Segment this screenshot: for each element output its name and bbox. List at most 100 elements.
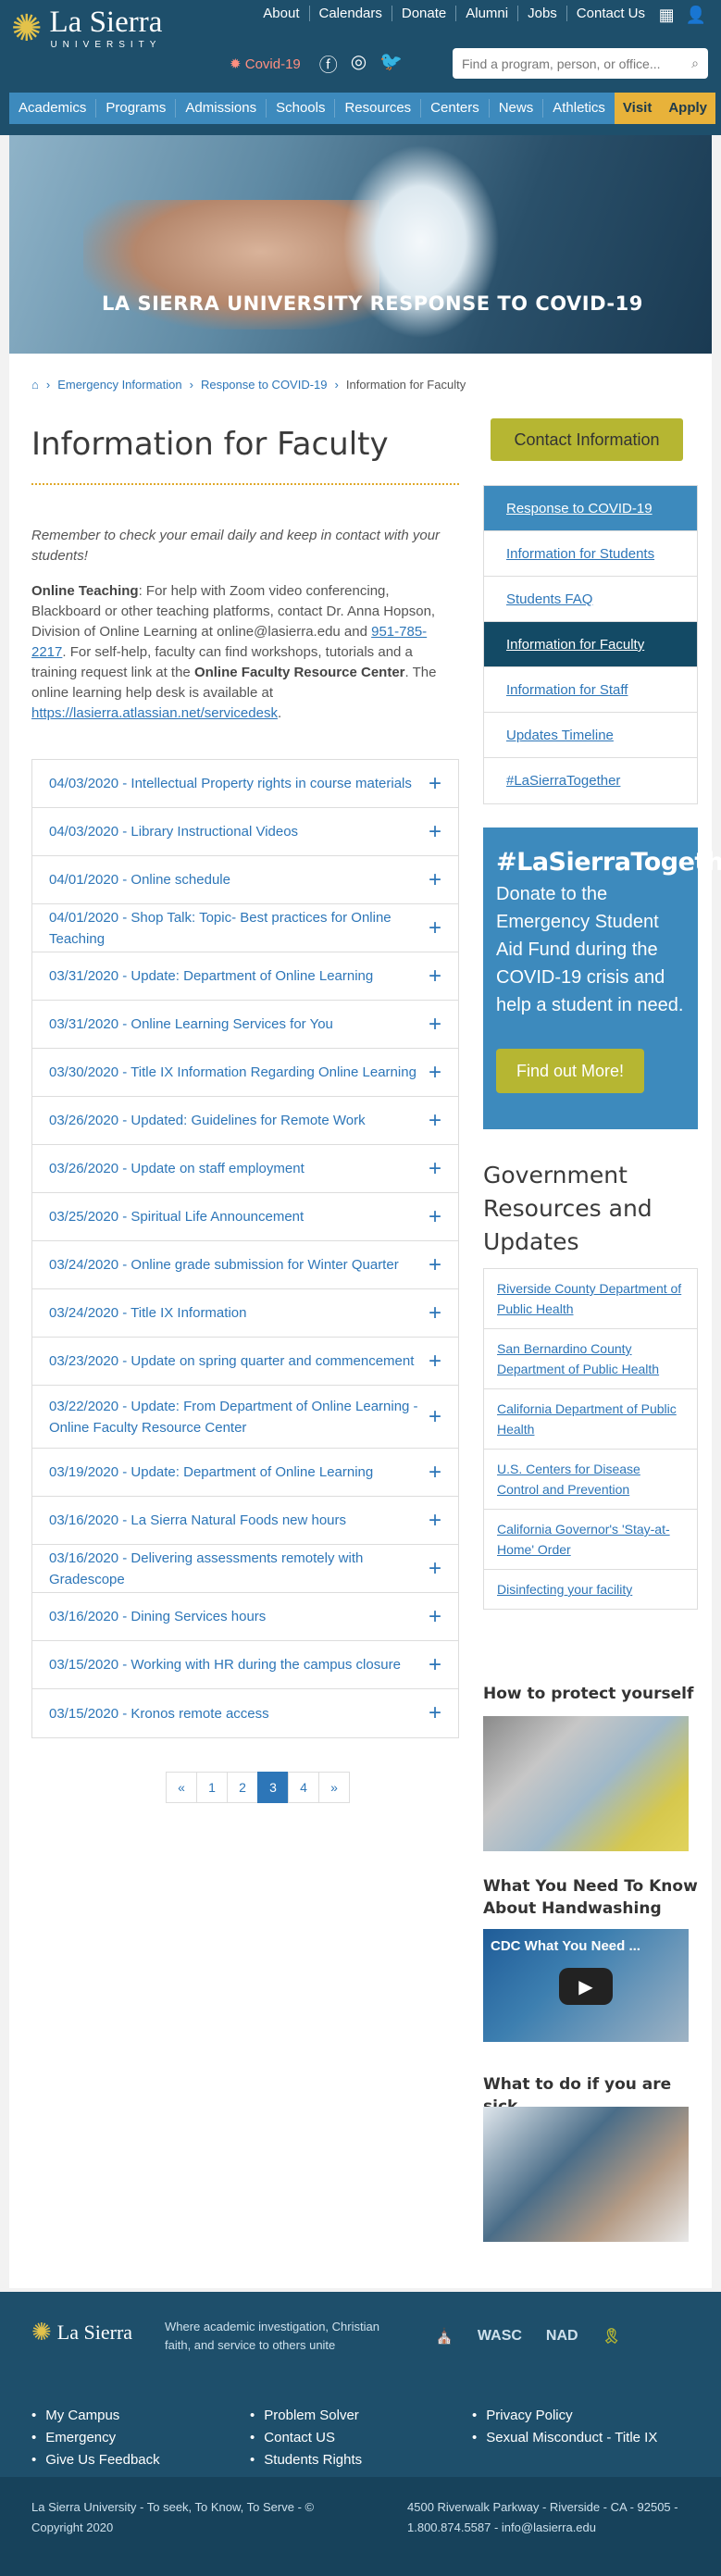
footer-feedback[interactable]: Give Us Feedback bbox=[31, 2449, 159, 2471]
nad-mark[interactable]: NAD bbox=[546, 2328, 578, 2345]
expand-plus-icon[interactable]: + bbox=[429, 915, 441, 941]
accordion-item[interactable]: 03/23/2020 - Update on spring quarter an… bbox=[32, 1338, 458, 1386]
expand-plus-icon[interactable]: + bbox=[429, 1204, 441, 1230]
grid-icon[interactable]: ▦ bbox=[659, 6, 675, 25]
cleaning-image[interactable] bbox=[483, 1716, 689, 1851]
expand-plus-icon[interactable]: + bbox=[429, 1108, 441, 1134]
expand-plus-icon[interactable]: + bbox=[429, 964, 441, 989]
accordion-item[interactable]: 03/30/2020 - Title IX Information Regard… bbox=[32, 1049, 458, 1097]
accordion-item[interactable]: 03/16/2020 - La Sierra Natural Foods new… bbox=[32, 1497, 458, 1545]
nav-programs[interactable]: Programs bbox=[96, 99, 177, 118]
nav-centers[interactable]: Centers bbox=[421, 99, 490, 118]
page-2[interactable]: 2 bbox=[227, 1772, 258, 1803]
sick-image[interactable] bbox=[483, 2107, 689, 2242]
toplink-about[interactable]: About bbox=[254, 6, 308, 21]
footer-emergency[interactable]: Emergency bbox=[31, 2427, 160, 2449]
servicedesk-link[interactable]: https://lasierra.atlassian.net/servicede… bbox=[31, 705, 278, 721]
expand-plus-icon[interactable]: + bbox=[429, 771, 441, 797]
accordion-item[interactable]: 04/01/2020 - Shop Talk: Topic- Best prac… bbox=[32, 904, 458, 952]
accordion-item[interactable]: 03/31/2020 - Online Learning Services fo… bbox=[32, 1001, 458, 1049]
expand-plus-icon[interactable]: + bbox=[429, 1508, 441, 1534]
accordion-item[interactable]: 04/01/2020 - Online schedule + bbox=[32, 856, 458, 904]
accordion-item[interactable]: 03/22/2020 - Update: From Department of … bbox=[32, 1386, 458, 1449]
expand-plus-icon[interactable]: + bbox=[429, 1060, 441, 1086]
gov-link-cdph[interactable]: California Department of Public Health bbox=[484, 1389, 697, 1450]
crumb-emergency[interactable]: Emergency Information bbox=[57, 378, 181, 392]
accordion-item[interactable]: 03/24/2020 - Title IX Information + bbox=[32, 1289, 458, 1338]
footer-rights[interactable]: Students Rights bbox=[250, 2449, 362, 2471]
home-icon[interactable]: ⌂ bbox=[31, 378, 39, 392]
nav-academics[interactable]: Academics bbox=[9, 99, 97, 118]
accordion-item[interactable]: 03/31/2020 - Update: Department of Onlin… bbox=[32, 952, 458, 1001]
accordion-item[interactable]: 03/26/2020 - Updated: Guidelines for Rem… bbox=[32, 1097, 458, 1145]
covid-link[interactable]: ✹ Covid-19 bbox=[230, 56, 301, 72]
page-next[interactable]: » bbox=[318, 1772, 350, 1803]
sidebar-item-timeline[interactable]: Updates Timeline bbox=[484, 713, 697, 758]
gov-link-cdc[interactable]: U.S. Centers for Disease Control and Pre… bbox=[484, 1450, 697, 1510]
expand-plus-icon[interactable]: + bbox=[429, 1300, 441, 1326]
expand-plus-icon[interactable]: + bbox=[429, 819, 441, 845]
toplink-donate[interactable]: Donate bbox=[391, 6, 455, 21]
sidebar-item-response[interactable]: Response to COVID-19 bbox=[484, 486, 697, 531]
play-icon[interactable]: ▶ bbox=[559, 1968, 613, 2005]
nav-resources[interactable]: Resources bbox=[335, 99, 422, 118]
expand-plus-icon[interactable]: + bbox=[429, 1156, 441, 1182]
accordion-item[interactable]: 04/03/2020 - Intellectual Property right… bbox=[32, 760, 458, 808]
apply-button[interactable]: Apply bbox=[660, 93, 715, 124]
visit-button[interactable]: Visit bbox=[614, 93, 661, 124]
search-icon[interactable]: ⌕ bbox=[691, 56, 699, 71]
footer-contact[interactable]: Contact US bbox=[250, 2427, 362, 2449]
footer-problem-solver[interactable]: Problem Solver bbox=[250, 2405, 362, 2427]
expand-plus-icon[interactable]: + bbox=[429, 867, 441, 893]
crumb-response[interactable]: Response to COVID-19 bbox=[201, 378, 328, 392]
page-3-current[interactable]: 3 bbox=[257, 1772, 289, 1803]
nav-athletics[interactable]: Athletics bbox=[543, 99, 615, 118]
site-logo[interactable]: ✺ La Sierra UNIVERSITY bbox=[11, 7, 162, 51]
handwash-video[interactable]: CDC What You Need ... ▶ bbox=[483, 1929, 689, 2042]
accordion-item[interactable]: 04/03/2020 - Library Instructional Video… bbox=[32, 808, 458, 856]
expand-plus-icon[interactable]: + bbox=[429, 1349, 441, 1375]
sidebar-item-faq[interactable]: Students FAQ bbox=[484, 577, 697, 622]
accordion-item[interactable]: 03/26/2020 - Update on staff employment + bbox=[32, 1145, 458, 1193]
accordion-item[interactable]: 03/15/2020 - Working with HR during the … bbox=[32, 1641, 458, 1689]
footer-title-ix[interactable]: Sexual Misconduct - Title IX bbox=[472, 2427, 657, 2449]
footer-my-campus[interactable]: My Campus bbox=[31, 2405, 160, 2427]
search-box[interactable]: Find a program, person, or office... ⌕ bbox=[453, 48, 708, 79]
nav-schools[interactable]: Schools bbox=[267, 99, 336, 118]
accordion-item[interactable]: 03/16/2020 - Delivering assessments remo… bbox=[32, 1545, 458, 1593]
find-out-more-button[interactable]: Find out More! bbox=[496, 1049, 644, 1093]
sidebar-item-staff[interactable]: Information for Staff bbox=[484, 667, 697, 713]
expand-plus-icon[interactable]: + bbox=[429, 1404, 441, 1430]
page-4[interactable]: 4 bbox=[288, 1772, 319, 1803]
expand-plus-icon[interactable]: + bbox=[429, 1252, 441, 1278]
sidebar-item-students[interactable]: Information for Students bbox=[484, 531, 697, 577]
toplink-jobs[interactable]: Jobs bbox=[517, 6, 566, 21]
gov-link-riverside[interactable]: Riverside County Department of Public He… bbox=[484, 1269, 697, 1329]
sidebar-item-faculty[interactable]: Information for Faculty bbox=[484, 622, 697, 667]
footer-privacy[interactable]: Privacy Policy bbox=[472, 2405, 657, 2427]
expand-plus-icon[interactable]: + bbox=[429, 1012, 441, 1038]
search-input[interactable]: Find a program, person, or office... bbox=[462, 56, 661, 71]
wasc-mark[interactable]: WASC bbox=[478, 2328, 522, 2345]
accordion-item[interactable]: 03/19/2020 - Update: Department of Onlin… bbox=[32, 1449, 458, 1497]
toplink-contact[interactable]: Contact Us bbox=[566, 6, 654, 21]
toplink-alumni[interactable]: Alumni bbox=[455, 6, 517, 21]
expand-plus-icon[interactable]: + bbox=[429, 1604, 441, 1630]
accordion-item[interactable]: 03/15/2020 - Kronos remote access + bbox=[32, 1689, 458, 1737]
user-icon[interactable]: 👤 bbox=[686, 6, 706, 25]
gov-link-sanbernardino[interactable]: San Bernardino County Department of Publ… bbox=[484, 1329, 697, 1389]
gov-link-disinfect[interactable]: Disinfecting your facility bbox=[484, 1570, 697, 1609]
accordion-item[interactable]: 03/25/2020 - Spiritual Life Announcement… bbox=[32, 1193, 458, 1241]
accordion-item[interactable]: 03/16/2020 - Dining Services hours + bbox=[32, 1593, 458, 1641]
facebook-icon[interactable]: ⓕ bbox=[319, 50, 338, 77]
page-1[interactable]: 1 bbox=[196, 1772, 228, 1803]
expand-plus-icon[interactable]: + bbox=[429, 1700, 441, 1726]
expand-plus-icon[interactable]: + bbox=[429, 1460, 441, 1486]
contact-info-button[interactable]: Contact Information bbox=[491, 418, 683, 461]
nav-news[interactable]: News bbox=[490, 99, 544, 118]
twitter-icon[interactable]: 🐦 bbox=[379, 50, 403, 77]
toplink-calendars[interactable]: Calendars bbox=[308, 6, 392, 21]
nav-admissions[interactable]: Admissions bbox=[176, 99, 267, 118]
expand-plus-icon[interactable]: + bbox=[429, 1652, 441, 1678]
page-prev[interactable]: « bbox=[166, 1772, 197, 1803]
